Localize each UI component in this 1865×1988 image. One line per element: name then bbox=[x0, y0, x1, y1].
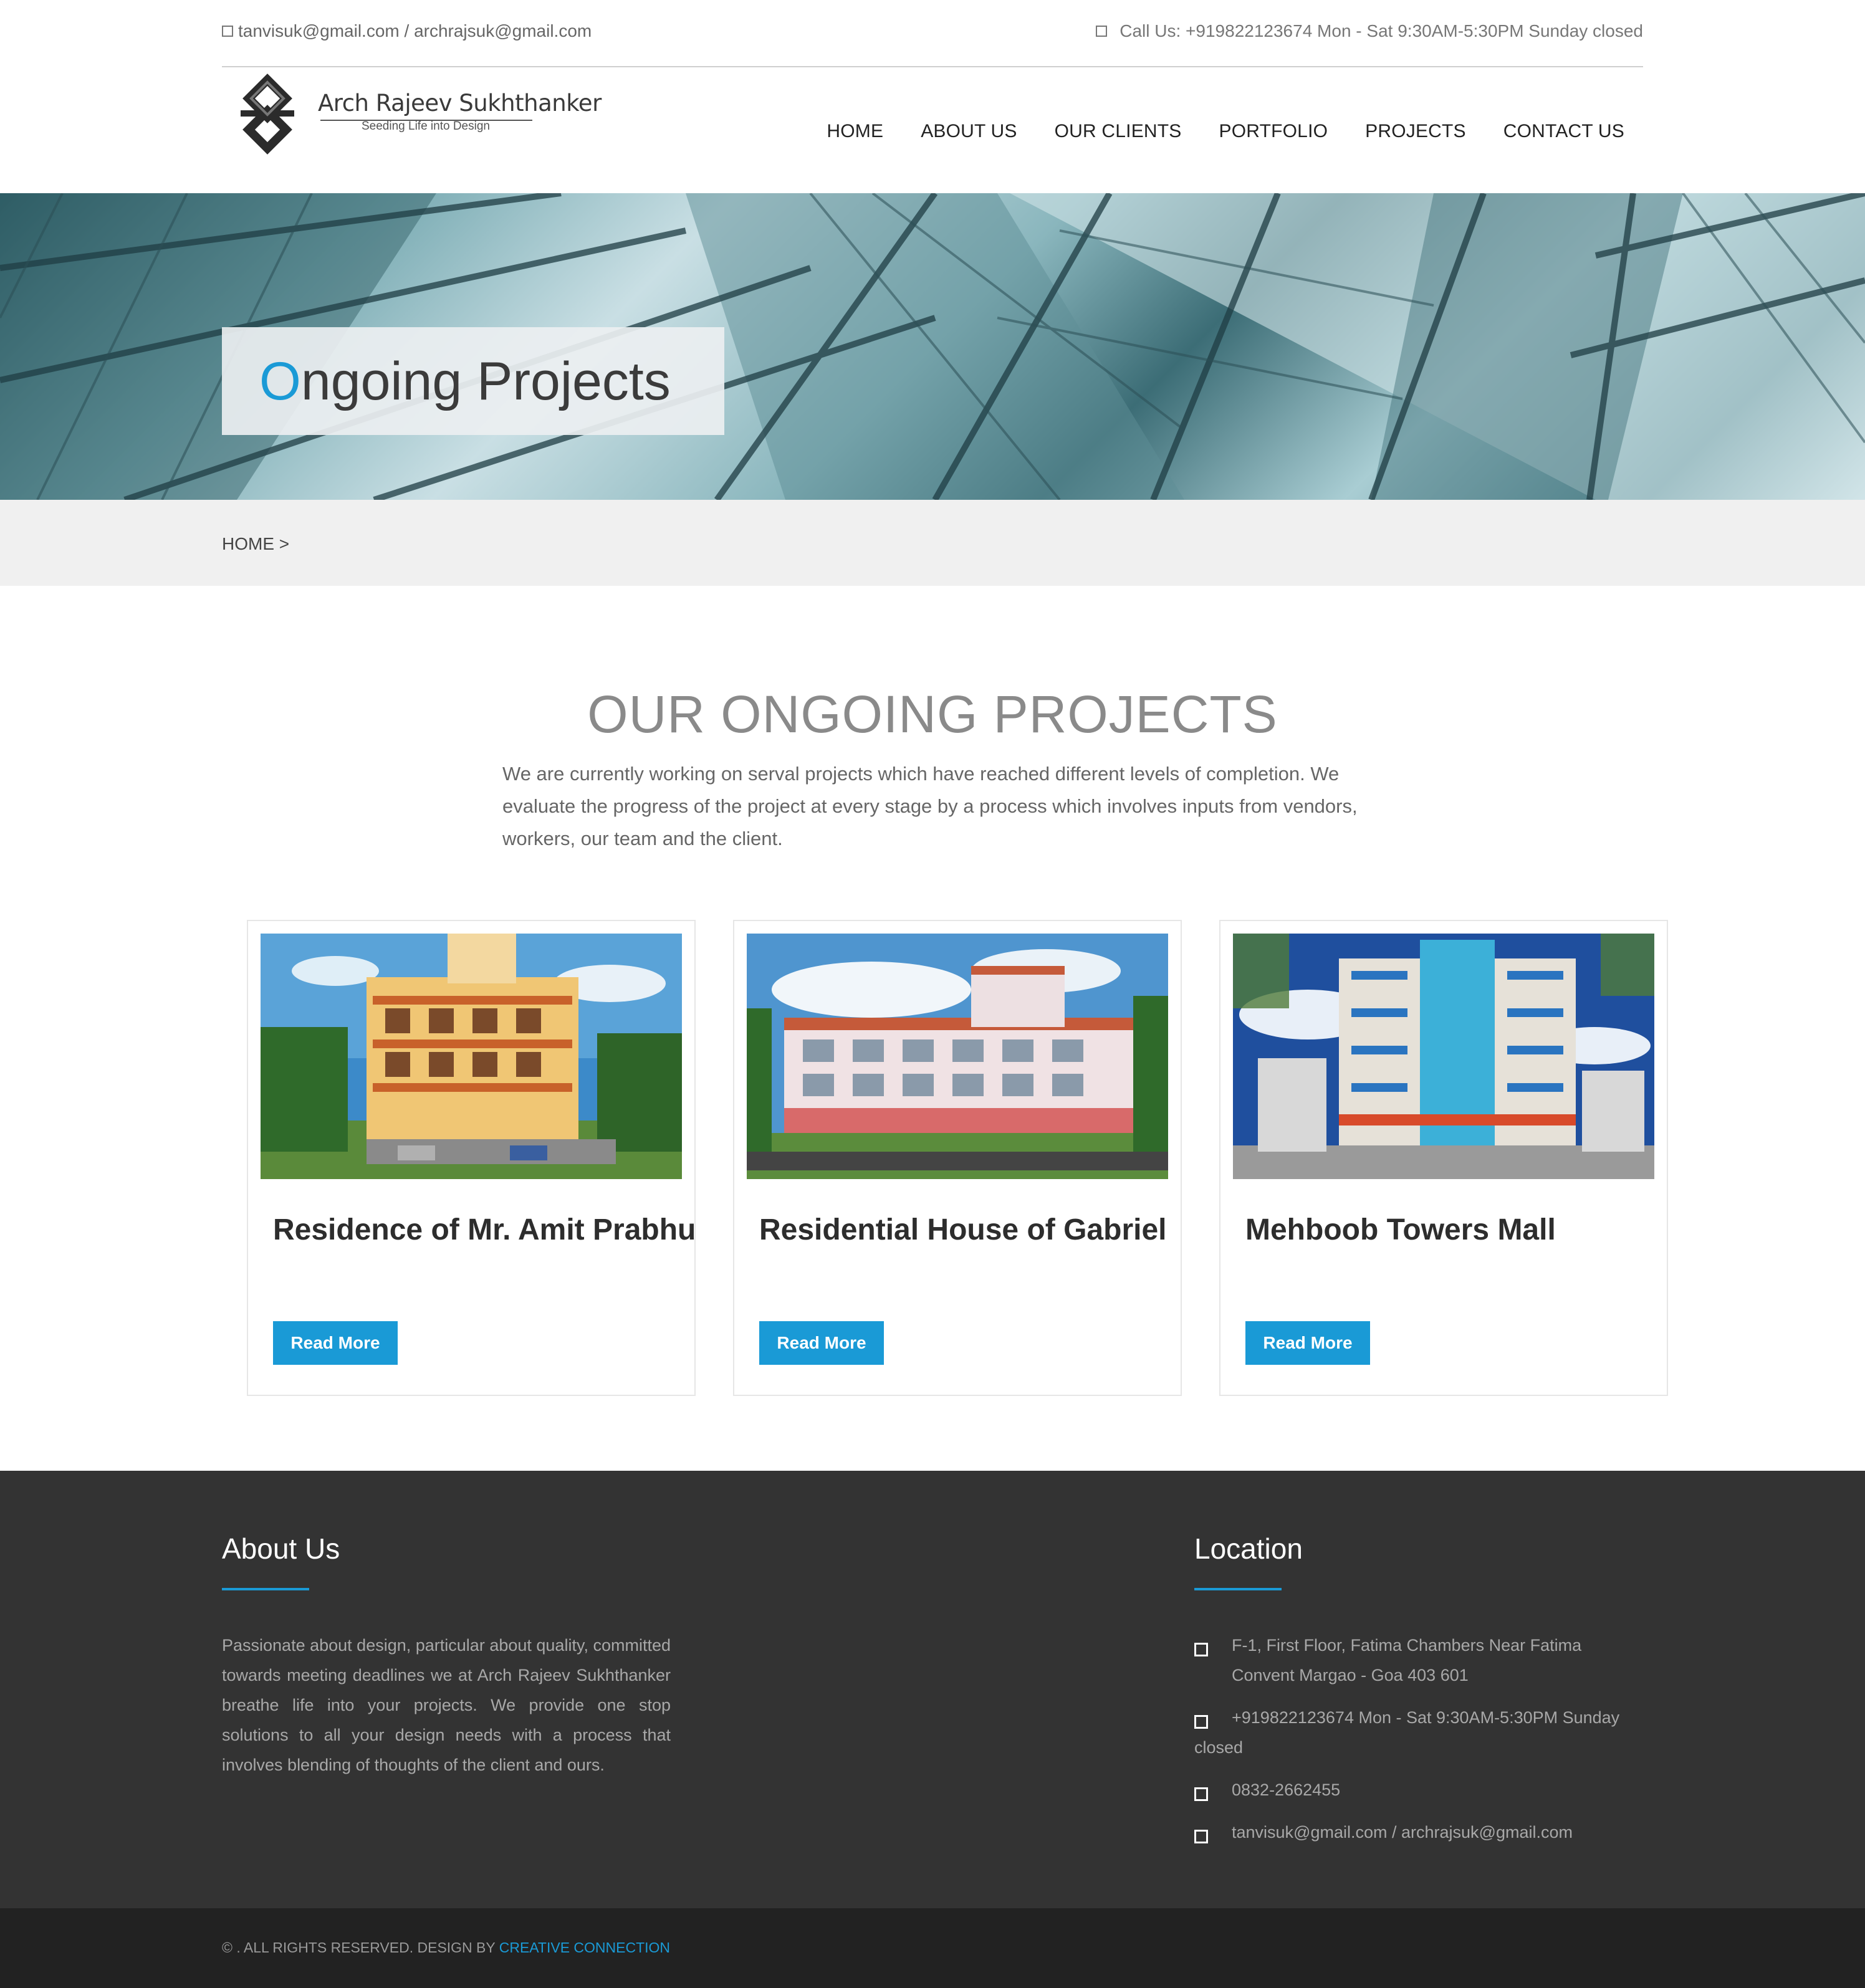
project-building-image bbox=[1233, 934, 1654, 1179]
logo-name: Arch Rajeev Sukhthanker bbox=[318, 90, 602, 117]
footer-location-underline bbox=[1194, 1588, 1282, 1590]
project-card: Residential House of Gabriel Read More bbox=[733, 920, 1182, 1396]
copyright-text: © . ALL RIGHTS RESERVED. DESIGN BY CREAT… bbox=[222, 1939, 670, 1956]
breadcrumb-home[interactable]: HOME > bbox=[222, 534, 289, 554]
site-footer: About Us Passionate about design, partic… bbox=[0, 1471, 1865, 1908]
location-landline: 0832-2662455 bbox=[1194, 1775, 1643, 1805]
project-building-image bbox=[261, 934, 682, 1179]
breadcrumb: HOME > bbox=[0, 500, 1865, 586]
envelope-icon bbox=[1194, 1830, 1208, 1843]
copyright-bar: © . ALL RIGHTS RESERVED. DESIGN BY CREAT… bbox=[0, 1908, 1865, 1988]
footer-about-text: Passionate about design, particular abou… bbox=[222, 1636, 671, 1774]
section-title: OUR ONGOING PROJECTS bbox=[587, 685, 1278, 743]
envelope-icon bbox=[222, 26, 233, 37]
hero-title-rest: ngoing Projects bbox=[300, 351, 671, 411]
project-card: Mehboob Towers Mall Read More bbox=[1219, 920, 1668, 1396]
location-phone-text: +919822123674 Mon - Sat 9:30AM-5:30PM Su… bbox=[1194, 1708, 1620, 1757]
phone-icon bbox=[1096, 26, 1108, 37]
location-address: F-1, First Floor, Fatima Chambers Near F… bbox=[1194, 1630, 1643, 1690]
location-phone: +919822123674 Mon - Sat 9:30AM-5:30PM Su… bbox=[1194, 1703, 1643, 1762]
main-nav: HOME ABOUT US OUR CLIENTS PORTFOLIO PROJ… bbox=[827, 121, 1624, 142]
hero-banner: Ongoing Projects bbox=[0, 193, 1865, 500]
project-title[interactable]: Residential House of Gabriel bbox=[759, 1213, 1166, 1247]
project-title[interactable]: Residence of Mr. Amit Prabhu bbox=[273, 1213, 696, 1247]
top-phone-text: Call Us: +919822123674 Mon - Sat 9:30AM-… bbox=[1119, 21, 1643, 41]
top-email-text[interactable]: tanvisuk@gmail.com / archrajsuk@gmail.co… bbox=[238, 21, 592, 41]
top-email[interactable]: tanvisuk@gmail.com / archrajsuk@gmail.co… bbox=[222, 21, 592, 41]
footer-about-underline bbox=[222, 1588, 309, 1590]
top-phone: Call Us: +919822123674 Mon - Sat 9:30AM-… bbox=[1096, 21, 1643, 41]
project-card: Residence of Mr. Amit Prabhu Read More bbox=[247, 920, 696, 1396]
section-description: We are currently working on serval proje… bbox=[502, 763, 1358, 849]
project-image[interactable] bbox=[747, 934, 1168, 1179]
hero-title: Ongoing Projects bbox=[259, 351, 671, 413]
read-more-button[interactable]: Read More bbox=[273, 1321, 398, 1365]
nav-portfolio[interactable]: PORTFOLIO bbox=[1219, 121, 1328, 142]
project-image[interactable] bbox=[261, 934, 682, 1179]
nav-our-clients[interactable]: OUR CLIENTS bbox=[1055, 121, 1182, 142]
logo-tagline: Seeding Life into Design bbox=[362, 120, 490, 133]
project-title[interactable]: Mehboob Towers Mall bbox=[1245, 1213, 1556, 1247]
hero-title-initial: O bbox=[259, 351, 301, 411]
map-marker-icon bbox=[1194, 1643, 1208, 1656]
footer-location-title: Location bbox=[1194, 1532, 1303, 1565]
fax-icon bbox=[1194, 1787, 1208, 1801]
hero-title-box: Ongoing Projects bbox=[222, 327, 724, 435]
read-more-button[interactable]: Read More bbox=[1245, 1321, 1370, 1365]
location-landline-text: 0832-2662455 bbox=[1232, 1780, 1341, 1799]
location-email-text[interactable]: tanvisuk@gmail.com / archrajsuk@gmail.co… bbox=[1194, 1817, 1643, 1847]
site-header: Arch Rajeev Sukhthanker Seeding Life int… bbox=[222, 67, 1643, 193]
project-building-image bbox=[747, 934, 1168, 1179]
copyright-label: © . ALL RIGHTS RESERVED. DESIGN BY bbox=[222, 1939, 499, 1956]
nav-home[interactable]: HOME bbox=[827, 121, 883, 142]
footer-about-title: About Us bbox=[222, 1532, 340, 1565]
read-more-button[interactable]: Read More bbox=[759, 1321, 884, 1365]
location-address-text: F-1, First Floor, Fatima Chambers Near F… bbox=[1232, 1636, 1582, 1685]
site-logo[interactable]: Arch Rajeev Sukhthanker Seeding Life int… bbox=[227, 74, 602, 158]
top-bar: tanvisuk@gmail.com / archrajsuk@gmail.co… bbox=[222, 0, 1643, 67]
project-image[interactable] bbox=[1233, 934, 1654, 1179]
location-email[interactable]: tanvisuk@gmail.com / archrajsuk@gmail.co… bbox=[1194, 1817, 1643, 1847]
nav-about-us[interactable]: ABOUT US bbox=[921, 121, 1017, 142]
nav-contact-us[interactable]: CONTACT US bbox=[1503, 121, 1624, 142]
nav-projects[interactable]: PROJECTS bbox=[1365, 121, 1466, 142]
logo-mark-icon bbox=[241, 74, 294, 155]
designer-link[interactable]: CREATIVE CONNECTION bbox=[499, 1939, 670, 1956]
phone-icon bbox=[1194, 1715, 1208, 1729]
